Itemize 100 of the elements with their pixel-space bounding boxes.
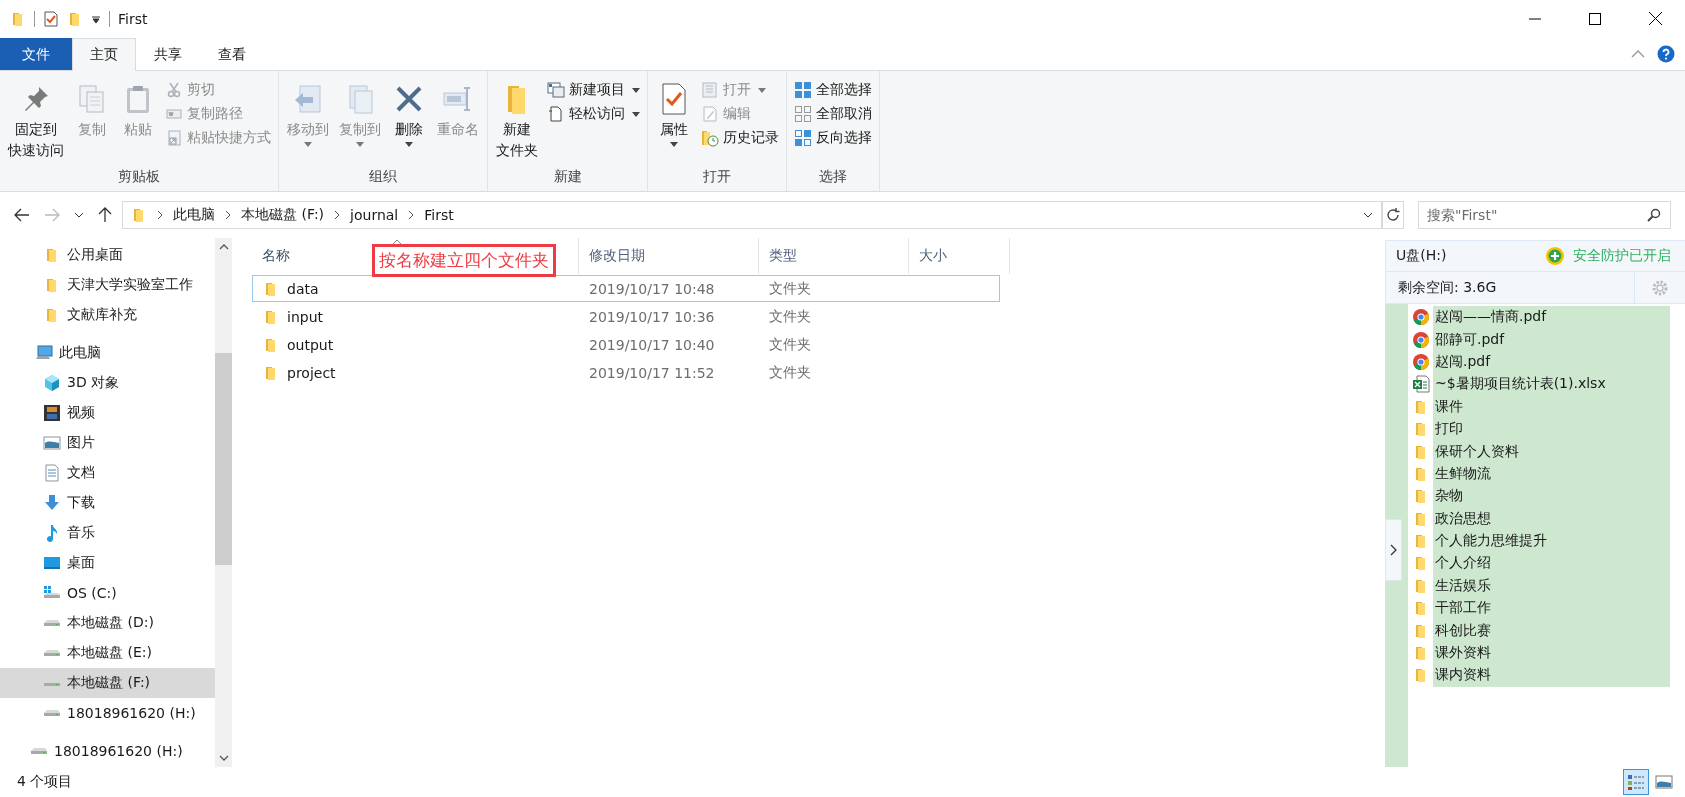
ribbon-button[interactable]: 反向选择	[791, 127, 875, 149]
nav-item[interactable]: 此电脑	[0, 338, 215, 368]
file-menu-tab[interactable]: 文件	[0, 38, 72, 70]
drive-icon	[43, 619, 61, 627]
breadcrumb[interactable]: 本地磁盘 (F:)	[241, 206, 325, 224]
file-row[interactable]: data 2019/10/17 10:48 文件夹	[252, 275, 1000, 302]
column-header[interactable]: 修改日期	[589, 247, 645, 265]
file-item[interactable]: 邵静可.pdf	[1433, 328, 1670, 351]
nav-item[interactable]: 桌面	[0, 548, 215, 578]
shield-plus-icon	[1545, 246, 1565, 266]
search-field[interactable]: 搜索"First"	[1418, 201, 1671, 229]
ribbon-button[interactable]: 删除	[387, 77, 431, 165]
column-header[interactable]: 名称	[262, 247, 290, 265]
nav-item[interactable]: 视频	[0, 398, 215, 428]
ribbon-button[interactable]: 属性	[652, 77, 696, 165]
window-title: First	[118, 10, 148, 27]
file-item[interactable]: 科创比赛	[1433, 619, 1670, 642]
download-icon	[43, 494, 61, 512]
column-header[interactable]: 大小	[919, 247, 947, 265]
back-icon[interactable]	[14, 208, 30, 222]
protection-status: 安全防护已开启	[1573, 247, 1671, 265]
help-icon[interactable]	[1657, 44, 1675, 63]
ribbon-tab[interactable]: 共享	[136, 39, 200, 70]
properties-icon[interactable]	[43, 10, 59, 27]
breadcrumb[interactable]: 此电脑	[173, 206, 215, 224]
picture-icon	[1655, 774, 1673, 790]
ribbon-button[interactable]: 固定到 快速访问	[4, 77, 68, 165]
file-item[interactable]: 生鲜物流	[1433, 462, 1670, 486]
file-date: 2019/10/17 10:48	[588, 280, 716, 297]
expand-button[interactable]	[1385, 519, 1402, 581]
file-item[interactable]: 课内资料	[1433, 664, 1670, 687]
minimize-icon	[1529, 17, 1541, 20]
ribbon-tab[interactable]: 主页	[72, 38, 136, 71]
file-item[interactable]: 个人能力思维提升	[1433, 529, 1670, 553]
nav-item[interactable]: 本地磁盘 (E:)	[0, 638, 215, 668]
breadcrumb[interactable]: journal	[350, 207, 399, 223]
nav-item[interactable]: 音乐	[0, 518, 215, 548]
collapse-ribbon-icon[interactable]	[1631, 49, 1645, 58]
file-item[interactable]: 打印	[1433, 417, 1670, 441]
scrollbar[interactable]	[215, 238, 232, 767]
scroll-down-icon[interactable]	[218, 755, 229, 761]
document-icon	[44, 464, 60, 482]
nav-item[interactable]: 下载	[0, 488, 215, 518]
nav-item[interactable]: 图片	[0, 428, 215, 458]
drive-icon	[30, 747, 48, 755]
details-view-button[interactable]	[1623, 769, 1649, 795]
nav-item[interactable]: 18018961620 (H:)	[0, 736, 215, 766]
scissors-icon	[166, 82, 182, 98]
file-item[interactable]: 赵闯——情商.pdf	[1433, 306, 1670, 329]
dropdown-icon[interactable]	[1363, 212, 1373, 218]
file-item[interactable]: 政治思想	[1433, 507, 1670, 530]
nav-item[interactable]: 天津大学实验室工作	[0, 270, 215, 300]
ribbon-button[interactable]: 新建 文件夹	[492, 77, 542, 165]
address-bar[interactable]: 此电脑 本地磁盘 (F:) journal First	[122, 201, 1382, 229]
pencil-icon	[702, 106, 718, 122]
desktop-icon	[43, 555, 61, 571]
dropdown-icon[interactable]	[91, 13, 101, 24]
file-item[interactable]: 保研个人资料	[1433, 440, 1670, 463]
ribbon-button[interactable]: 新建项目	[544, 79, 643, 101]
nav-item[interactable]: 文档	[0, 458, 215, 488]
file-date: 2019/10/17 10:36	[588, 308, 716, 325]
file-item[interactable]: 课外资料	[1433, 641, 1670, 665]
file-item[interactable]: 生活娱乐	[1433, 574, 1670, 598]
ribbon-button[interactable]: 全部取消	[791, 103, 875, 125]
nav-item[interactable]: OS (C:)	[0, 578, 215, 608]
file-item[interactable]: 赵闯.pdf	[1433, 350, 1670, 374]
file-item[interactable]: 干部工作	[1433, 597, 1670, 620]
file-item[interactable]: ~$暑期项目统计表(1).xlsx	[1433, 373, 1670, 396]
nav-item[interactable]: 文献库补充	[0, 300, 215, 330]
ribbon-button[interactable]: 轻松访问	[544, 103, 643, 125]
column-header[interactable]: 类型	[769, 247, 797, 265]
file-item[interactable]: 课件	[1433, 395, 1670, 418]
recent-locations-icon[interactable]	[74, 212, 84, 218]
path-icon	[166, 106, 182, 122]
nav-item[interactable]: 本地磁盘 (D:)	[0, 608, 215, 638]
search-icon	[1647, 208, 1661, 222]
ribbon-tab[interactable]: 查看	[200, 39, 264, 70]
file-type: 文件夹	[768, 279, 812, 298]
refresh-icon	[1385, 207, 1401, 223]
file-item[interactable]: 个人介绍	[1433, 552, 1670, 575]
up-icon[interactable]	[98, 207, 112, 223]
breadcrumb[interactable]: First	[424, 207, 454, 223]
ribbon-button[interactable]: 全部选择	[791, 79, 875, 101]
scroll-up-icon[interactable]	[218, 244, 229, 250]
file-item[interactable]: 杂物	[1433, 485, 1670, 508]
nav-item[interactable]: 公用桌面	[0, 240, 215, 270]
group-label: 剪贴板	[117, 167, 161, 186]
nav-item[interactable]: 本地磁盘 (F:)	[0, 668, 215, 698]
file-row[interactable]: output 2019/10/17 10:40 文件夹	[252, 331, 1000, 358]
nav-item[interactable]: 3D 对象	[0, 368, 215, 398]
ribbon-button[interactable]: 历史记录	[698, 127, 782, 149]
refresh-button[interactable]	[1382, 201, 1404, 229]
windows-drive-icon	[43, 585, 61, 601]
file-row[interactable]: input 2019/10/17 10:36 文件夹	[252, 303, 1000, 330]
drive-icon	[43, 649, 61, 657]
browser-icon	[1411, 330, 1430, 349]
nav-item[interactable]: 18018961620 (H:)	[0, 698, 215, 728]
grid-icon	[794, 81, 812, 99]
file-row[interactable]: project 2019/10/17 11:52 文件夹	[252, 359, 1000, 386]
browser-icon	[1411, 308, 1430, 327]
